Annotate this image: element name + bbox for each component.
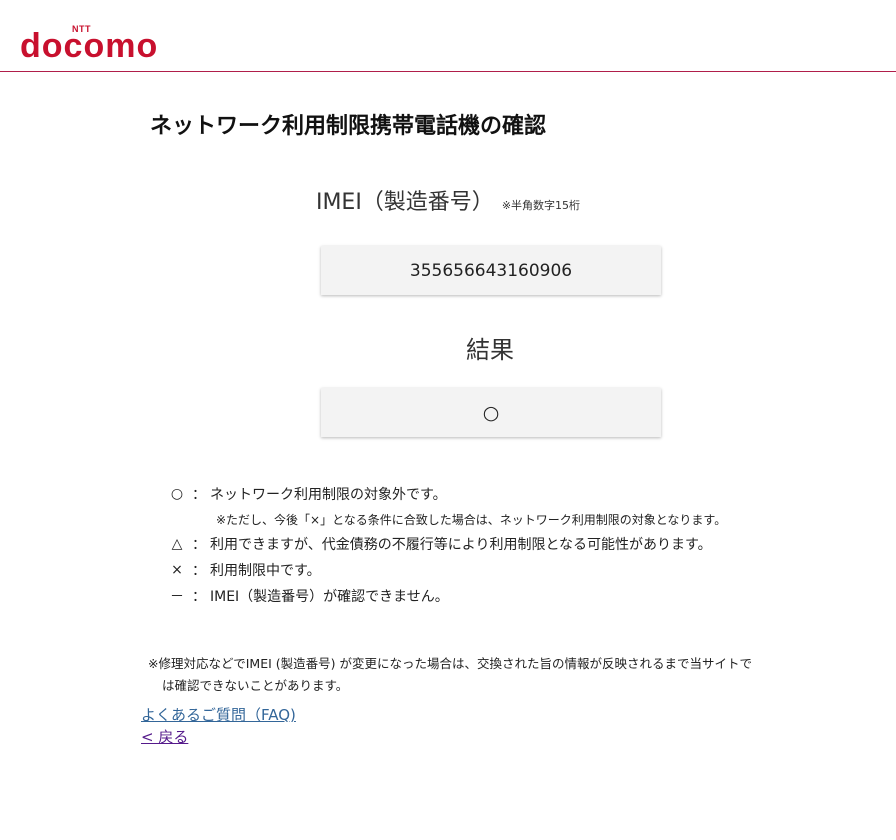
dash-symbol: － xyxy=(170,589,184,605)
result-legend: ○ ： ネットワーク利用制限の対象外です。 ※ただし、今後「×」となる条件に合致… xyxy=(166,481,726,609)
legend-separator: ： xyxy=(192,589,206,605)
result-label: 結果 xyxy=(466,336,514,364)
legend-sub-note: ※ただし、今後「×」となる条件に合致した場合は、ネットワーク利用制限の対象となり… xyxy=(216,512,727,527)
legend-item-triangle: △ ： 利用できますが、代金債務の不履行等により利用制限となる可能性があります。 xyxy=(166,531,726,557)
imei-format-note: ※半角数字15桁 xyxy=(501,199,581,212)
imei-value-box: 355656643160906 xyxy=(321,246,661,295)
legend-separator: ： xyxy=(192,537,206,553)
cross-symbol: × xyxy=(171,562,183,578)
legend-separator: ： xyxy=(192,487,206,503)
legend-text: 利用できますが、代金債務の不履行等により利用制限となる可能性があります。 xyxy=(210,537,712,553)
circle-symbol: ○ xyxy=(170,486,184,502)
back-link[interactable]: < 戻る xyxy=(141,726,188,747)
legend-item-dash: － ： IMEI（製造番号）が確認できません。 xyxy=(166,583,726,609)
legend-text: IMEI（製造番号）が確認できません。 xyxy=(210,589,449,605)
footnote-line-2: は確認できないことがあります。 xyxy=(162,678,349,693)
faq-link[interactable]: よくあるご質問（FAQ) xyxy=(141,704,296,725)
legend-separator: ： xyxy=(192,563,206,579)
page-title: ネットワーク利用制限携帯電話機の確認 xyxy=(150,114,547,139)
imei-change-footnote: ※修理対応などでIMEI (製造番号) が変更になった場合は、交換された旨の情報… xyxy=(148,653,848,697)
legend-item-cross: × ： 利用制限中です。 xyxy=(166,557,726,583)
result-value-box: ○ xyxy=(321,388,661,437)
legend-item-circle: ○ ： ネットワーク利用制限の対象外です。 xyxy=(166,481,726,507)
legend-text: ネットワーク利用制限の対象外です。 xyxy=(210,487,447,503)
logo-ntt-mark: NTT xyxy=(72,24,91,34)
imei-label-row: IMEI（製造番号） ※半角数字15桁 xyxy=(0,184,896,216)
footnote-line-1: ※修理対応などでIMEI (製造番号) が変更になった場合は、交換された旨の情報… xyxy=(148,656,752,671)
site-header: docomo NTT xyxy=(0,0,896,72)
imei-label: IMEI（製造番号） xyxy=(315,190,494,215)
legend-text: 利用制限中です。 xyxy=(210,563,321,579)
triangle-symbol: △ xyxy=(171,536,183,552)
